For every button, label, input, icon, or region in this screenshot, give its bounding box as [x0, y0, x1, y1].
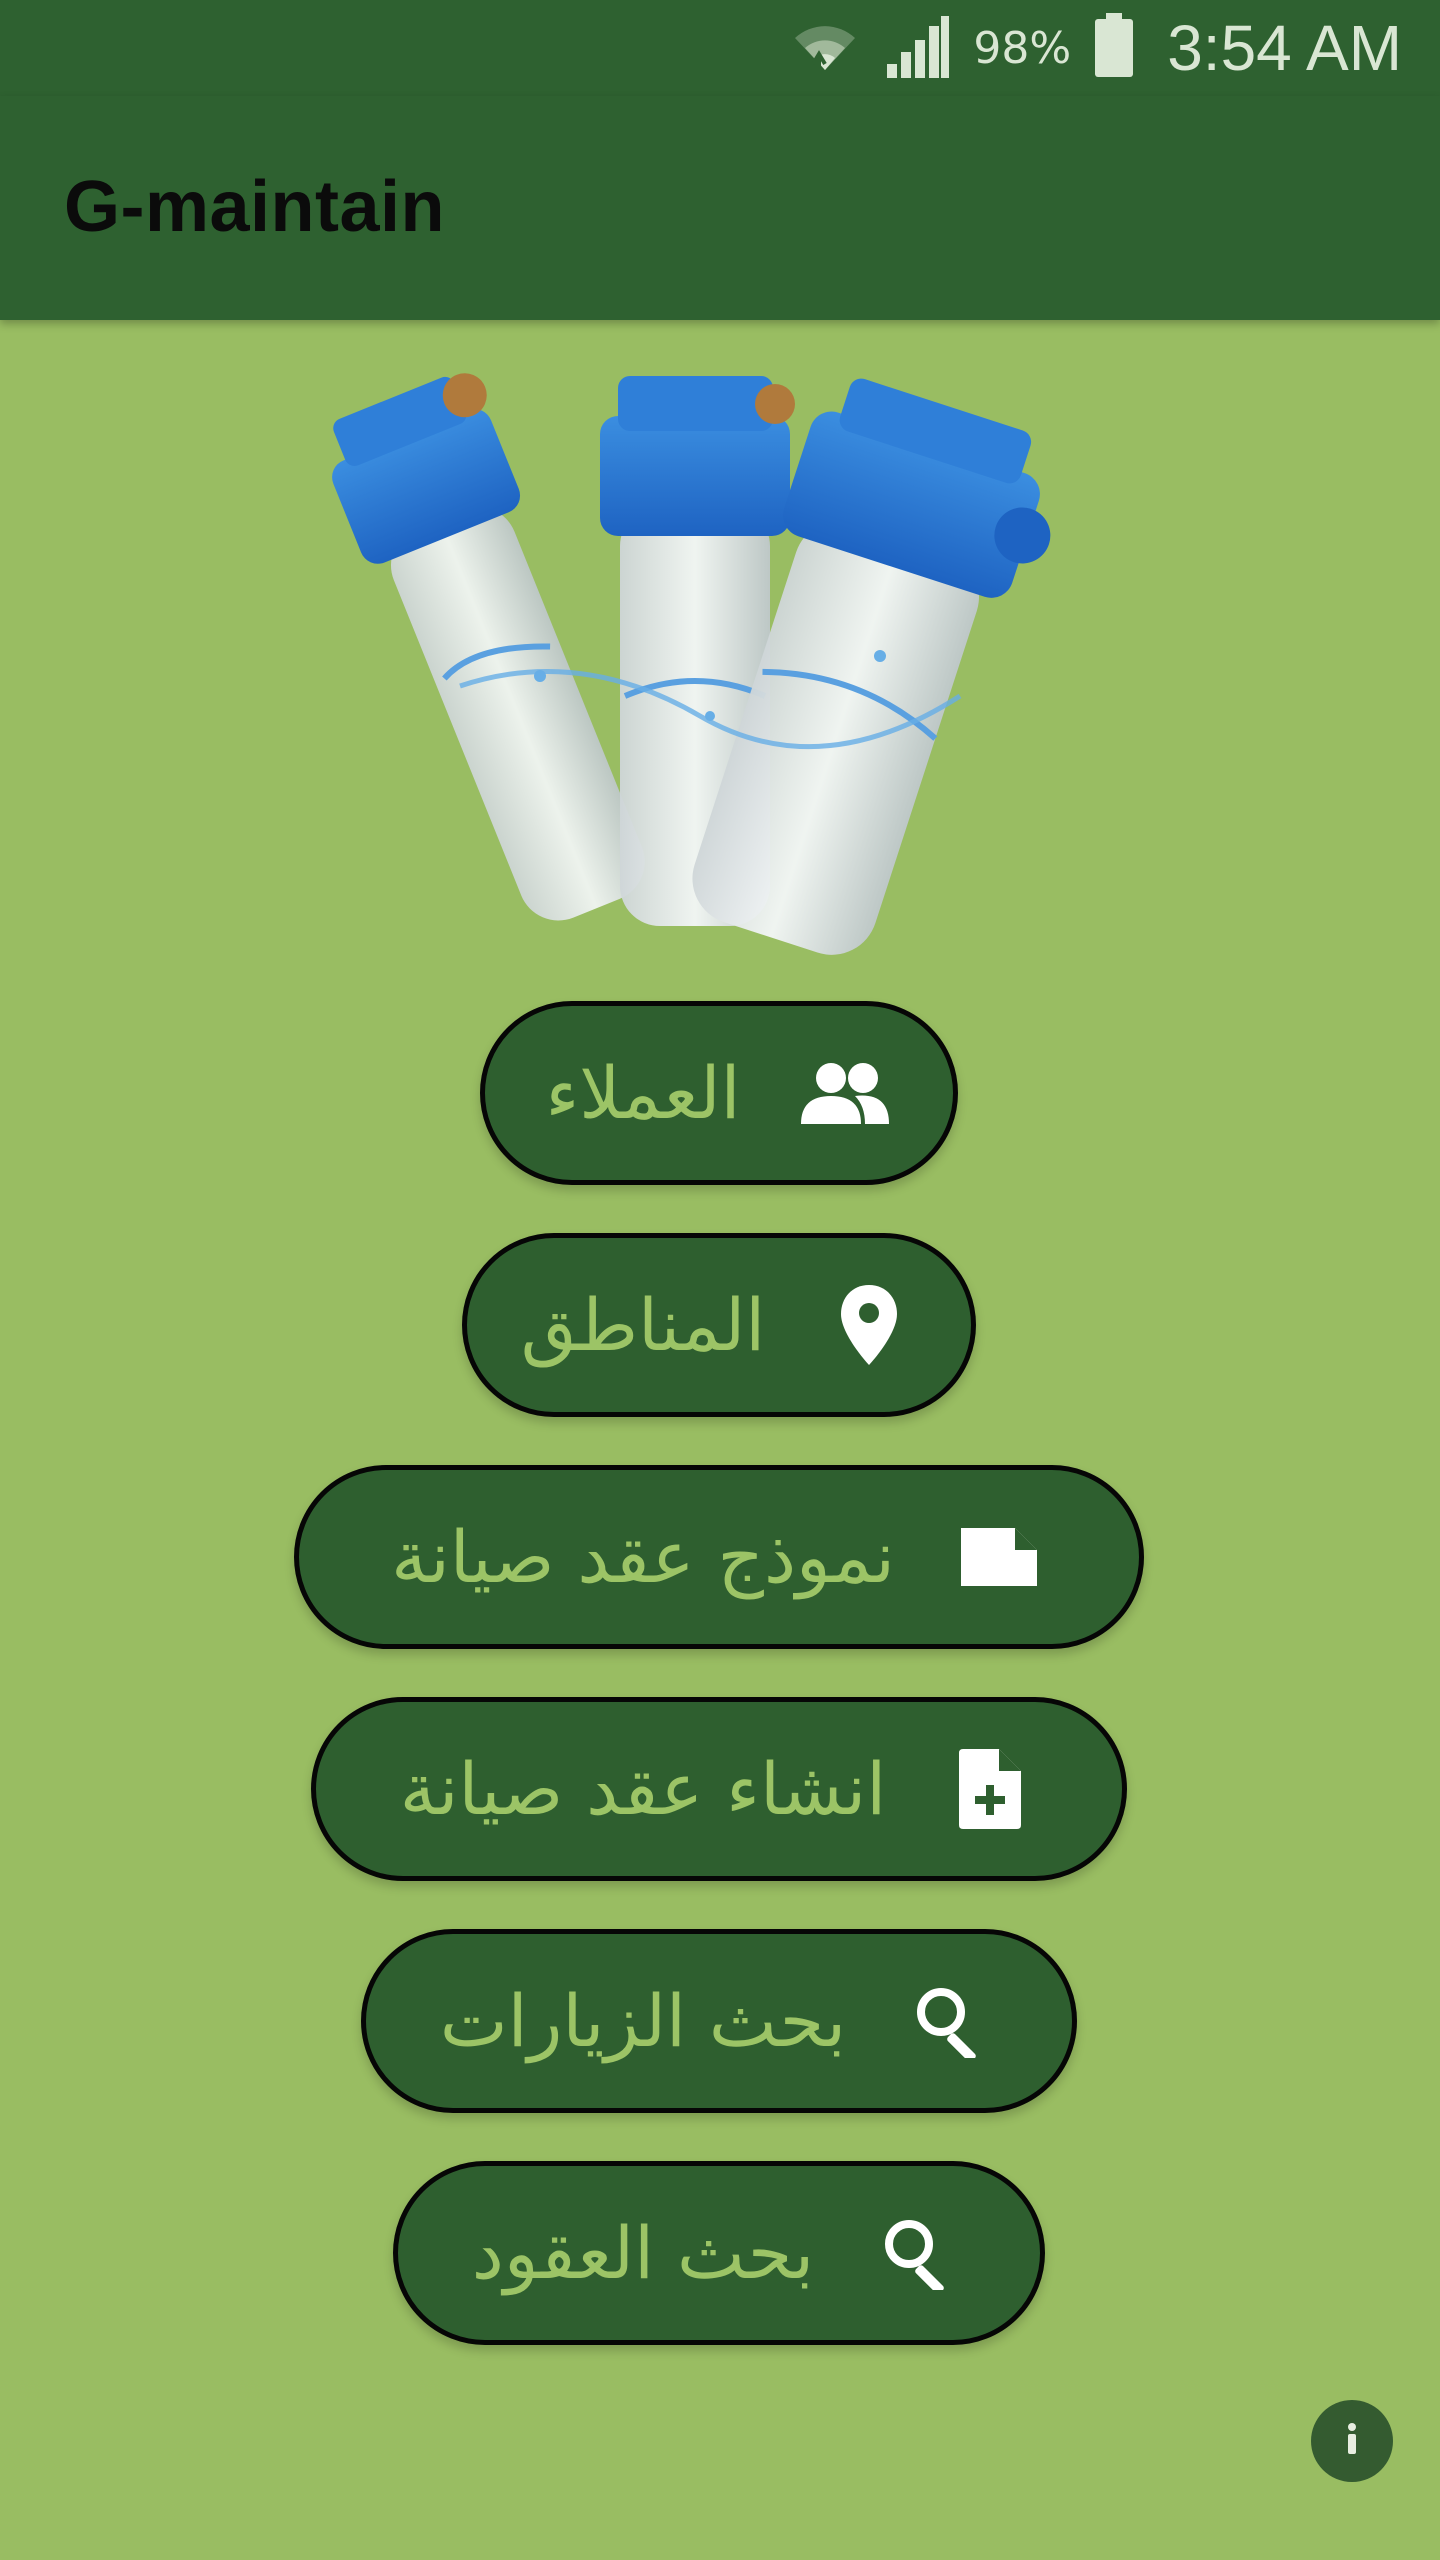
search-icon	[902, 1973, 998, 2069]
customers-button[interactable]: العملاء	[480, 1001, 958, 1185]
search-contracts-button[interactable]: بحث العقود	[393, 2161, 1045, 2345]
app-title: G-maintain	[64, 167, 446, 247]
status-bar: 98% 3:54 AM	[0, 0, 1440, 96]
search-icon	[870, 2205, 966, 2301]
note-icon	[951, 1509, 1047, 1605]
info-button[interactable]	[1311, 2400, 1393, 2482]
areas-label: المناطق	[520, 1283, 766, 1367]
add-document-icon	[942, 1741, 1038, 1837]
location-pin-icon	[821, 1277, 917, 1373]
wifi-icon	[789, 10, 861, 86]
status-icons: 98% 3:54 AM	[789, 0, 1402, 96]
create-contract-label: انشاء عقد صيانة	[399, 1747, 887, 1831]
signal-icon	[883, 12, 951, 84]
customers-label: العملاء	[545, 1051, 741, 1135]
people-icon	[797, 1045, 893, 1141]
clock: 3:54 AM	[1167, 12, 1402, 84]
app-bar: G-maintain	[0, 96, 1440, 320]
create-contract-button[interactable]: انشاء عقد صيانة	[311, 1697, 1127, 1881]
battery-percent: 98%	[973, 22, 1072, 74]
contract-template-button[interactable]: نموذج عقد صيانة	[294, 1465, 1144, 1649]
search-contracts-label: بحث العقود	[471, 2211, 815, 2295]
water-filters-image	[280, 356, 1160, 976]
search-visits-label: بحث الزيارات	[439, 1979, 847, 2063]
info-icon	[1332, 2419, 1372, 2463]
battery-icon	[1093, 13, 1135, 83]
areas-button[interactable]: المناطق	[462, 1233, 976, 1417]
contract-template-label: نموذج عقد صيانة	[391, 1515, 895, 1599]
search-visits-button[interactable]: بحث الزيارات	[361, 1929, 1077, 2113]
